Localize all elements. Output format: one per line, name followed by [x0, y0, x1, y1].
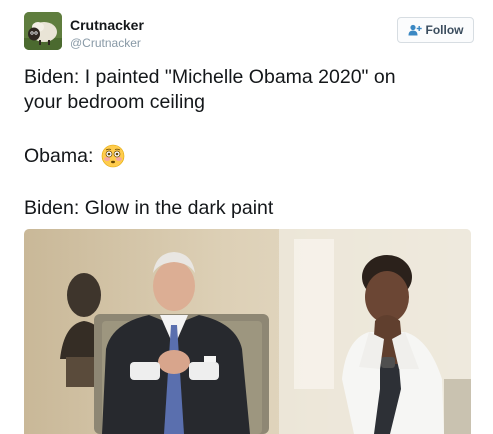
tweet-line-1: Biden: I painted "Michelle Obama 2020" o… — [24, 66, 396, 88]
add-user-icon — [408, 24, 422, 36]
tweet-line-2: your bedroom ceiling — [24, 91, 206, 113]
author-handle[interactable]: @Crutnacker — [70, 35, 144, 51]
tweet-photo[interactable] — [24, 229, 471, 434]
author-display-name[interactable]: Crutnacker — [70, 17, 144, 34]
follow-button[interactable]: Follow — [397, 17, 474, 43]
tweet-line-3-text: Obama: — [24, 145, 94, 167]
tweet-line-3: Obama: — [24, 144, 125, 169]
follow-label: Follow — [425, 23, 464, 37]
flushed-face-emoji-icon — [101, 144, 125, 168]
tweet-header: Crutnacker @Crutnacker Follow — [24, 12, 474, 56]
tweet-text: Biden: I painted "Michelle Obama 2020" o… — [24, 65, 474, 115]
tweet-line-4: Biden: Glow in the dark paint — [24, 197, 274, 219]
author-names: Crutnacker @Crutnacker — [70, 17, 144, 51]
sheep-avatar-icon[interactable] — [24, 12, 62, 50]
